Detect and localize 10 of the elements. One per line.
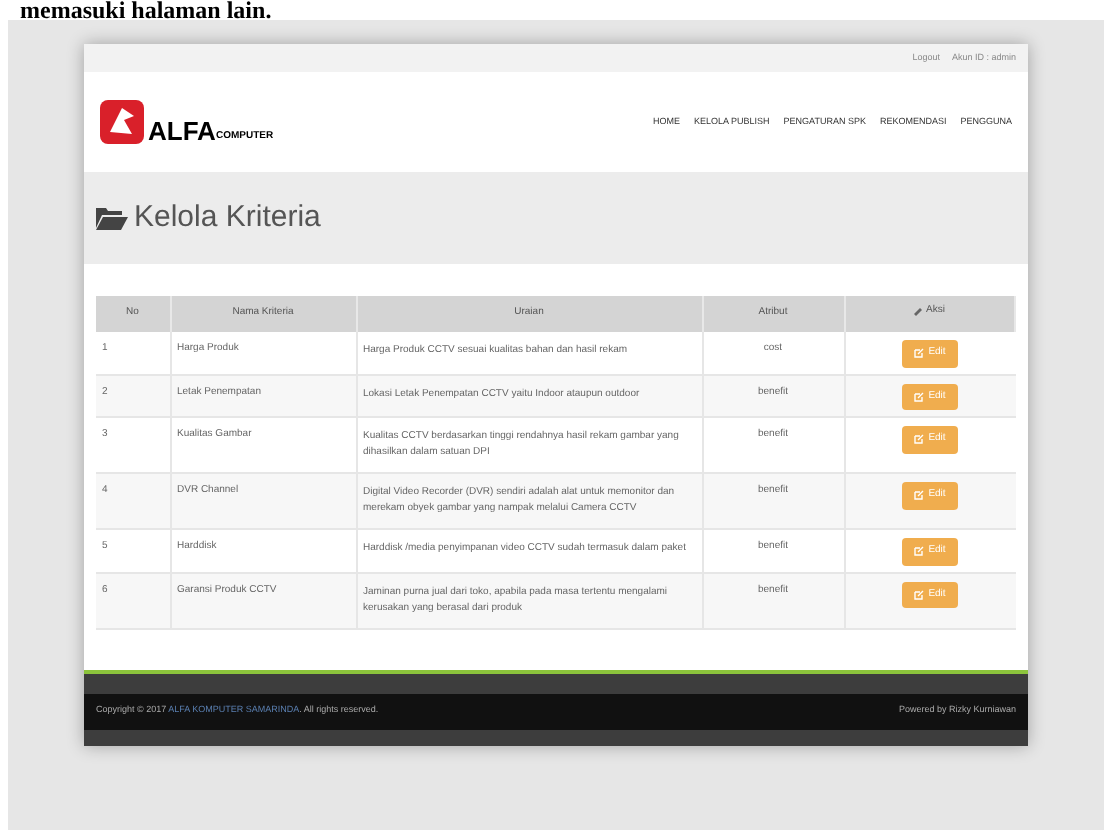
page-title: Kelola Kriteria: [134, 197, 321, 238]
document-text: memasuki halaman lain.: [18, 0, 274, 20]
edit-icon: [914, 546, 925, 557]
folder-icon: [96, 206, 128, 230]
edit-icon: [914, 490, 925, 501]
edit-icon: [914, 348, 925, 359]
edit-icon: [914, 434, 925, 445]
logo-icon: [100, 100, 144, 144]
edit-icon: [914, 589, 925, 600]
edit-icon: [914, 391, 925, 402]
